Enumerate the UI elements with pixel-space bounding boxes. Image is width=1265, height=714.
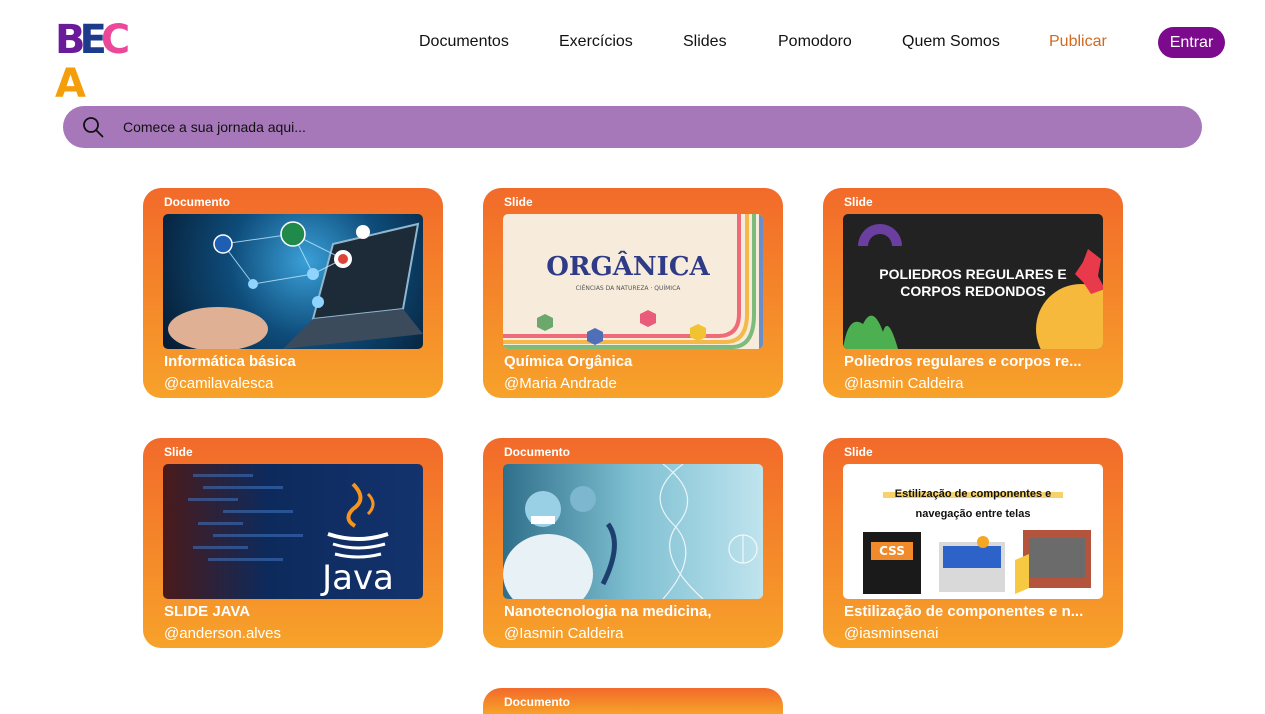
content-card[interactable]: Documento Nanotecnologia na medicina, @I… bbox=[483, 438, 783, 648]
card-title: SLIDE JAVA bbox=[164, 603, 251, 620]
card-type-label: Slide bbox=[844, 195, 873, 209]
card-thumbnail-estilizacao: Estilização de componentes e navegação e… bbox=[843, 464, 1103, 599]
card-author[interactable]: @Maria Andrade bbox=[504, 375, 617, 392]
thumb-title: Java bbox=[322, 558, 394, 598]
content-card[interactable]: Slide ORGÂNICA CIÊNCIAS DA NATUREZA · QU… bbox=[483, 188, 783, 398]
search-icon[interactable] bbox=[82, 116, 104, 138]
content-card[interactable]: Slide Estilização de componentes e naveg… bbox=[823, 438, 1123, 648]
search-input[interactable] bbox=[123, 117, 1183, 137]
content-card[interactable]: Slide POLIEDROS REGULARES E CORPOS REDON… bbox=[823, 188, 1123, 398]
card-author[interactable]: @anderson.alves bbox=[164, 625, 281, 642]
card-title: Estilização de componentes e n... bbox=[844, 603, 1084, 620]
nav-documentos[interactable]: Documentos bbox=[419, 33, 509, 51]
card-thumbnail-poliedros: POLIEDROS REGULARES E CORPOS REDONDOS bbox=[843, 214, 1103, 349]
thumb-title: ORGÂNICA bbox=[546, 252, 710, 282]
card-author[interactable]: @Iasmin Caldeira bbox=[844, 375, 963, 392]
card-type-label: Slide bbox=[164, 445, 193, 459]
card-title: Informática básica bbox=[164, 353, 296, 370]
card-type-label: Documento bbox=[504, 695, 570, 709]
nav-exercicios[interactable]: Exercícios bbox=[559, 33, 633, 51]
laptop-network-icon bbox=[168, 221, 423, 349]
nav-quem-somos[interactable]: Quem Somos bbox=[902, 33, 1000, 51]
thumb-badge: CSS bbox=[871, 542, 913, 560]
top-header: BECA Documentos Exercícios Slides Pomodo… bbox=[0, 0, 1265, 106]
content-card[interactable]: Documento bbox=[483, 688, 783, 714]
login-button[interactable]: Entrar bbox=[1158, 27, 1225, 58]
card-author[interactable]: @Iasmin Caldeira bbox=[504, 625, 623, 642]
nav-pomodoro[interactable]: Pomodoro bbox=[778, 33, 852, 51]
thumb-title: POLIEDROS REGULARES E CORPOS REDONDOS bbox=[879, 266, 1067, 299]
lab-scientists-icon bbox=[503, 464, 758, 599]
main-nav: Documentos Exercícios Slides Pomodoro Qu… bbox=[0, 27, 1265, 58]
card-thumbnail-organica: ORGÂNICA CIÊNCIAS DA NATUREZA · QUÍMICA bbox=[503, 214, 763, 349]
card-type-label: Slide bbox=[504, 195, 533, 209]
card-type-label: Documento bbox=[164, 195, 230, 209]
card-title: Poliedros regulares e corpos re... bbox=[844, 353, 1082, 370]
nav-slides[interactable]: Slides bbox=[683, 33, 727, 51]
thumb-title: Estilização de componentes e navegação e… bbox=[894, 488, 1052, 520]
logo-letter-a: A bbox=[55, 61, 86, 107]
card-type-label: Slide bbox=[844, 445, 873, 459]
card-title: Química Orgânica bbox=[504, 353, 633, 370]
card-title: Nanotecnologia na medicina, bbox=[504, 603, 712, 620]
card-thumbnail-nanotecnologia bbox=[503, 464, 763, 599]
card-thumbnail-laptop bbox=[163, 214, 423, 349]
content-card[interactable]: Documento Informática básica @camilavale… bbox=[143, 188, 443, 398]
nav-publicar[interactable]: Publicar bbox=[1049, 33, 1107, 51]
content-card[interactable]: Slide Java SLIDE JAVA @anderson.alves bbox=[143, 438, 443, 648]
card-type-label: Documento bbox=[504, 445, 570, 459]
card-thumbnail-java: Java bbox=[163, 464, 423, 599]
thumb-subtitle: CIÊNCIAS DA NATUREZA · QUÍMICA bbox=[575, 285, 681, 292]
card-author[interactable]: @iasminsenai bbox=[844, 625, 938, 642]
card-author[interactable]: @camilavalesca bbox=[164, 375, 273, 392]
